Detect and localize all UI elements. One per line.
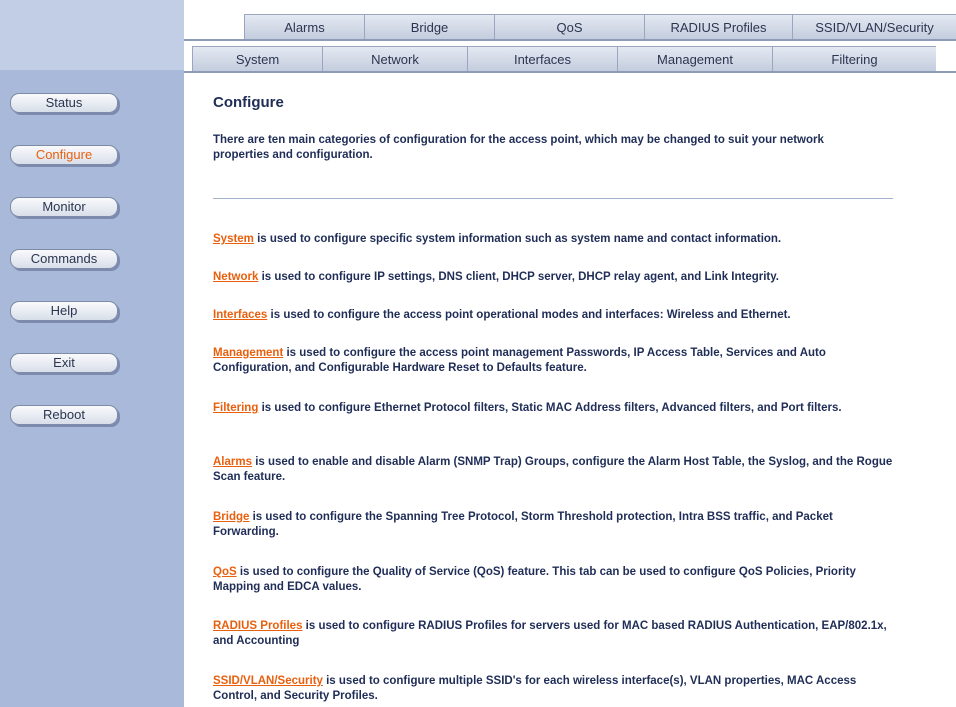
tab-label: SSID/VLAN/Security xyxy=(815,20,934,35)
tab-label: Network xyxy=(371,52,419,67)
tab-row-divider xyxy=(184,71,956,73)
item-description: is used to configure RADIUS Profiles for… xyxy=(213,620,887,647)
tab-label: Bridge xyxy=(410,20,449,35)
item-description: is used to configure the access point ma… xyxy=(213,347,826,374)
item-network: Network is used to configure IP settings… xyxy=(213,270,893,285)
item-interfaces: Interfaces is used to configure the acce… xyxy=(213,308,893,323)
link-qos[interactable]: QoS xyxy=(213,566,237,578)
item-system: System is used to configure specific sys… xyxy=(213,232,893,247)
item-alarms: Alarms is used to enable and disable Ala… xyxy=(213,455,893,485)
link-ssid-vlan-security[interactable]: SSID/VLAN/Security xyxy=(213,675,323,687)
item-description: is used to configure specific system inf… xyxy=(253,233,782,245)
item-management: Management is used to configure the acce… xyxy=(213,346,893,376)
nav-button-monitor[interactable]: Monitor xyxy=(10,197,118,217)
tab-bridge[interactable]: Bridge xyxy=(364,14,494,39)
item-description: is used to configure the access point op… xyxy=(267,309,791,321)
link-filtering[interactable]: Filtering xyxy=(213,402,258,414)
main-content: Configure There are ten main categories … xyxy=(213,90,903,702)
nav-button-status[interactable]: Status xyxy=(10,93,118,113)
item-description: is used to configure IP settings, DNS cl… xyxy=(258,271,779,283)
tab-label: QoS xyxy=(556,20,583,35)
item-qos: QoS is used to configure the Quality of … xyxy=(213,565,893,595)
tab-label: RADIUS Profiles xyxy=(670,20,767,35)
page-title: Configure xyxy=(213,94,284,111)
item-bridge: Bridge is used to configure the Spanning… xyxy=(213,510,893,540)
link-bridge[interactable]: Bridge xyxy=(213,511,249,523)
tab-ssid-vlan-security[interactable]: SSID/VLAN/Security xyxy=(792,14,956,39)
link-network[interactable]: Network xyxy=(213,271,258,283)
intro-text: There are ten main categories of configu… xyxy=(213,134,824,161)
tab-label: Management xyxy=(657,52,733,67)
item-description: is used to configure the Quality of Serv… xyxy=(213,566,856,593)
tab-bar: Alarms Bridge QoS RADIUS Profiles SSID/V… xyxy=(184,0,956,86)
link-alarms[interactable]: Alarms xyxy=(213,456,252,468)
item-filtering: Filtering is used to configure Ethernet … xyxy=(213,401,893,416)
tab-label: System xyxy=(235,52,280,67)
tab-network[interactable]: Network xyxy=(322,46,467,71)
tab-interfaces[interactable]: Interfaces xyxy=(467,46,617,71)
link-management[interactable]: Management xyxy=(213,347,283,359)
divider xyxy=(213,198,893,199)
sidebar: Status Configure Monitor Commands Help E… xyxy=(0,0,184,707)
tab-qos[interactable]: QoS xyxy=(494,14,644,39)
link-interfaces[interactable]: Interfaces xyxy=(213,309,267,321)
item-description: is used to configure the Spanning Tree P… xyxy=(213,511,833,538)
link-system[interactable]: System xyxy=(213,233,254,245)
item-description: is used to enable and disable Alarm (SNM… xyxy=(213,456,893,483)
nav-button-reboot[interactable]: Reboot xyxy=(10,405,118,425)
tab-label: Filtering xyxy=(831,52,878,67)
tab-label: Alarms xyxy=(284,20,325,35)
item-ssid-vlan-security: SSID/VLAN/Security is used to configure … xyxy=(213,674,893,704)
tab-label: Interfaces xyxy=(513,52,572,67)
link-radius-profiles[interactable]: RADIUS Profiles xyxy=(213,620,302,632)
tab-radius-profiles[interactable]: RADIUS Profiles xyxy=(644,14,792,39)
tab-row-divider xyxy=(184,39,956,41)
tab-system[interactable]: System xyxy=(192,46,322,71)
item-description: is used to configure Ethernet Protocol f… xyxy=(258,402,842,414)
tab-management[interactable]: Management xyxy=(617,46,772,71)
nav-button-configure[interactable]: Configure xyxy=(10,145,118,165)
nav-button-help[interactable]: Help xyxy=(10,301,118,321)
item-radius-profiles: RADIUS Profiles is used to configure RAD… xyxy=(213,619,893,649)
tab-row-top: Alarms Bridge QoS RADIUS Profiles SSID/V… xyxy=(184,14,956,39)
sidebar-top-band xyxy=(0,0,184,70)
tab-alarms[interactable]: Alarms xyxy=(244,14,364,39)
nav-button-commands[interactable]: Commands xyxy=(10,249,118,269)
tab-row-bottom: System Network Interfaces Management Fil… xyxy=(184,46,956,71)
tab-filtering[interactable]: Filtering xyxy=(772,46,936,71)
nav-button-exit[interactable]: Exit xyxy=(10,353,118,373)
